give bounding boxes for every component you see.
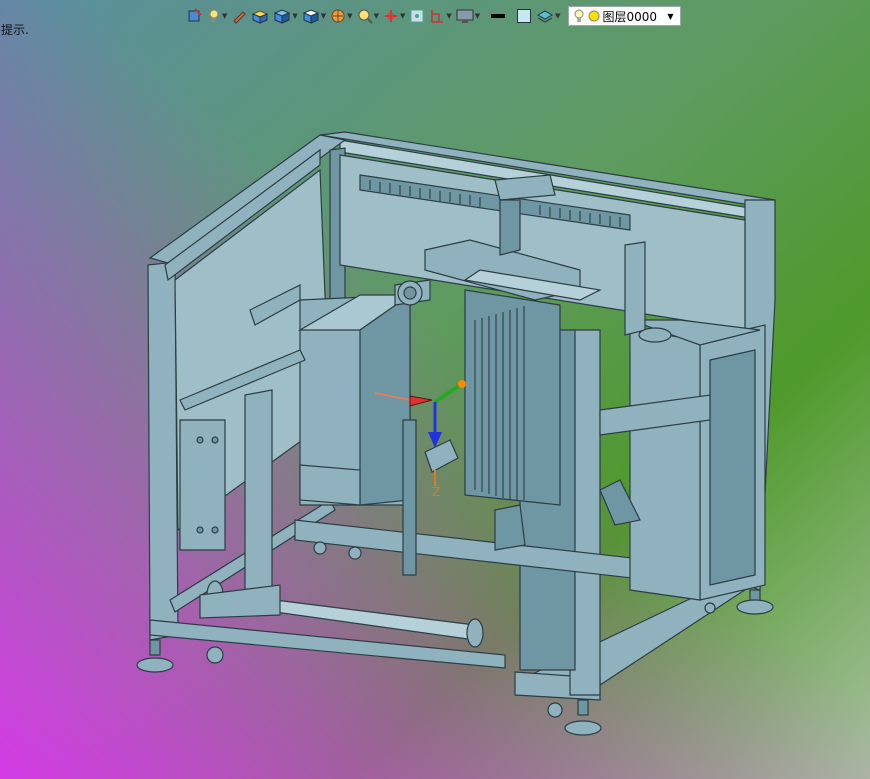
machine-model[interactable]: Z — [0, 0, 870, 779]
side-cabinet — [629, 319, 766, 601]
3d-viewport[interactable]: 提示. ▼ ▼ ▼ ▼ ▼ ▼ ▼ ▼ ▼ 图层0000 ▼ Z — [0, 0, 870, 779]
z-axis-label: Z — [432, 485, 440, 499]
